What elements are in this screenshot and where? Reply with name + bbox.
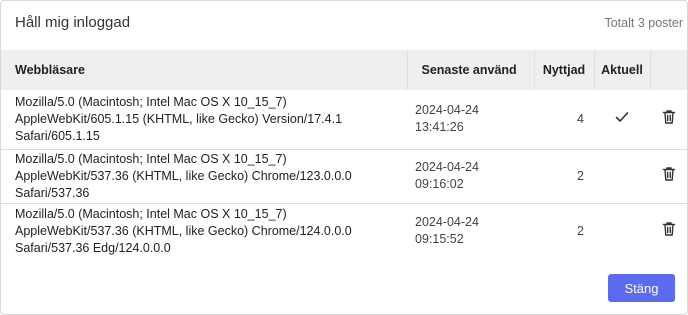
delete-session-button[interactable] (659, 219, 679, 239)
trash-icon (662, 222, 675, 236)
table-header-row: Webbläsare Senaste använd Nyttjad Aktuel… (1, 50, 687, 90)
last-used-cell: 2024-04-24 09:16:02 (415, 160, 479, 191)
delete-cell (650, 90, 687, 149)
table-row: Mozilla/5.0 (Macintosh; Intel Mac OS X 1… (1, 149, 687, 203)
current-cell (594, 90, 650, 149)
current-cell (594, 149, 650, 203)
dialog-header: Håll mig inloggad Totalt 3 poster (1, 1, 687, 47)
column-header-actions (650, 50, 687, 90)
check-icon (614, 109, 630, 125)
trash-icon (662, 110, 675, 124)
trash-icon (662, 166, 675, 181)
browser-cell: Mozilla/5.0 (Macintosh; Intel Mac OS X 1… (15, 206, 352, 255)
delete-session-button[interactable] (659, 164, 679, 184)
last-used-cell: 2024-04-24 13:41:26 (415, 103, 479, 135)
table-row: Mozilla/5.0 (Macintosh; Intel Mac OS X 1… (1, 90, 687, 149)
column-header-current: Aktuell (594, 50, 651, 90)
column-header-last-used: Senaste använd (407, 50, 535, 90)
uses-cell: 2 (577, 223, 584, 238)
total-count: Totalt 3 poster (604, 16, 683, 30)
browser-cell: Mozilla/5.0 (Macintosh; Intel Mac OS X 1… (15, 94, 343, 143)
current-cell (594, 203, 650, 259)
delete-cell (650, 149, 687, 203)
table-row: Mozilla/5.0 (Macintosh; Intel Mac OS X 1… (1, 203, 687, 259)
delete-cell (650, 203, 687, 259)
column-header-uses: Nyttjad (534, 50, 595, 90)
last-used-cell: 2024-04-24 09:15:52 (415, 215, 479, 247)
keep-logged-in-dialog: Håll mig inloggad Totalt 3 poster Webblä… (0, 0, 688, 315)
column-header-browser: Webbläsare (1, 50, 408, 90)
delete-session-button[interactable] (659, 107, 679, 127)
uses-cell: 2 (577, 168, 584, 183)
sessions-table: Webbläsare Senaste använd Nyttjad Aktuel… (1, 50, 687, 259)
dialog-title: Håll mig inloggad (15, 14, 131, 31)
close-button[interactable]: Stäng (608, 274, 675, 302)
browser-cell: Mozilla/5.0 (Macintosh; Intel Mac OS X 1… (15, 151, 352, 200)
uses-cell: 4 (577, 111, 584, 126)
